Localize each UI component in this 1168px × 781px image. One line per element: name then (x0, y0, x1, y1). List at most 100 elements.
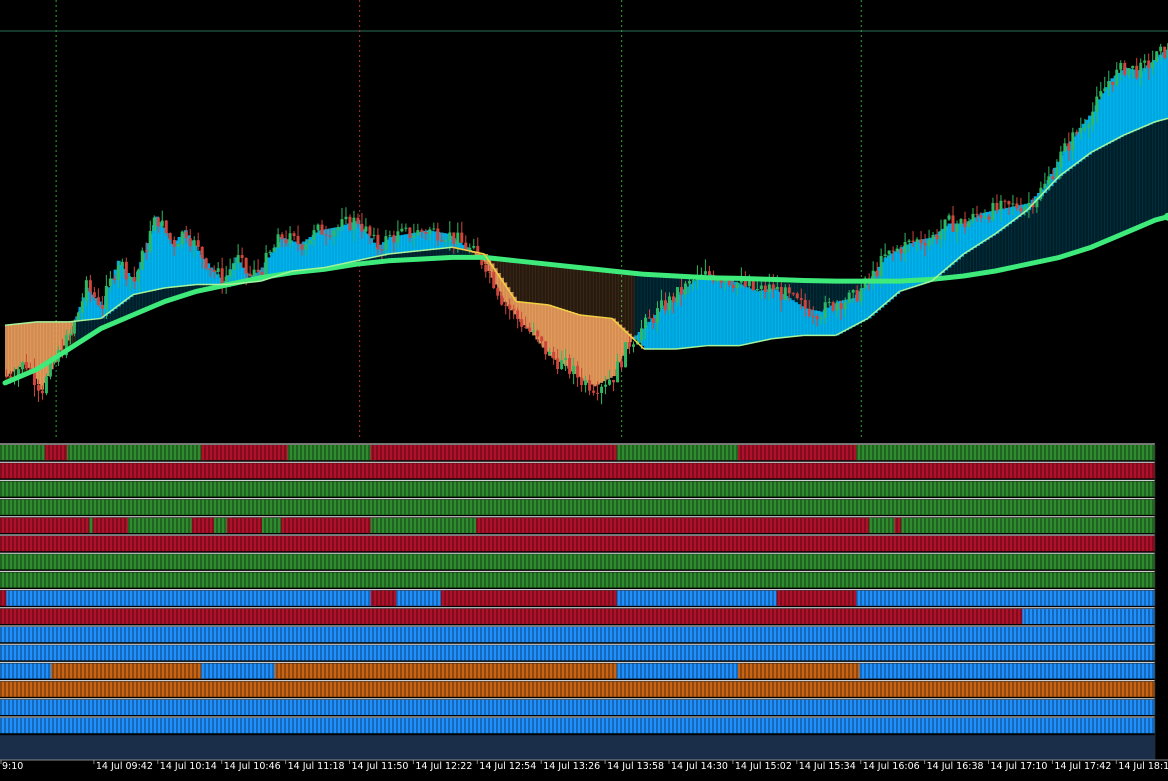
candle-body (892, 251, 895, 252)
candle-body (564, 358, 567, 360)
candle-body (680, 287, 683, 294)
candle-body (217, 268, 220, 272)
candle-body (161, 221, 164, 227)
price-chart[interactable]: 9:1014 Jul 09:4214 Jul 10:1414 Jul 10:46… (0, 0, 1168, 777)
candle-body (372, 235, 375, 236)
candle-body (265, 253, 268, 275)
candle-body (149, 231, 152, 251)
candle-body (1043, 184, 1046, 188)
candle-body (971, 214, 974, 221)
candle-body (987, 217, 990, 220)
candle-body (524, 327, 527, 328)
candle-body (896, 249, 899, 251)
candle-body (999, 201, 1002, 211)
candle-body (656, 308, 659, 323)
candle-body (321, 225, 324, 235)
candle-body (404, 228, 407, 229)
candle-body (301, 244, 304, 249)
candle-body (516, 310, 519, 319)
candle-body (1131, 66, 1134, 68)
candle-body (536, 331, 539, 337)
candle-body (592, 391, 595, 393)
candle-body (348, 217, 351, 230)
candle-body (237, 255, 240, 263)
candle-body (233, 263, 236, 270)
candle-body (492, 272, 495, 288)
candle-body (1127, 68, 1130, 75)
candle-body (967, 221, 970, 227)
candle-body (724, 280, 727, 282)
candle-body (824, 302, 827, 318)
candle-body (532, 331, 535, 332)
candle-body (133, 277, 136, 282)
candle-body (952, 215, 955, 231)
candle-body (448, 232, 451, 240)
chart-background (0, 0, 1168, 777)
candle-body (944, 220, 947, 231)
candle-body (648, 318, 651, 319)
candle-body (428, 229, 431, 234)
candle-body (504, 305, 507, 306)
candle-body (1007, 201, 1010, 204)
candle-body (1071, 132, 1074, 150)
candle-body (948, 215, 951, 219)
candle-body (1135, 66, 1138, 78)
candle-body (924, 243, 927, 245)
candle-body (213, 270, 216, 272)
candle-body (852, 290, 855, 293)
candle-body (632, 344, 635, 346)
strip-segment (859, 663, 1155, 678)
candle-body (69, 334, 72, 336)
candle-body (1151, 62, 1154, 68)
candle-body (848, 293, 851, 303)
candle-body (1115, 70, 1118, 85)
candle-body (436, 229, 439, 241)
candle-body (780, 287, 783, 300)
candle-body (408, 228, 411, 238)
candle-body (652, 318, 655, 323)
candle-body (45, 377, 48, 394)
candle-body (1143, 61, 1146, 63)
candle-body (544, 341, 547, 354)
candle-body (496, 288, 499, 296)
candle-body (983, 217, 986, 218)
candle-body (368, 226, 371, 235)
candle-body (460, 233, 463, 243)
candle-body (1119, 63, 1122, 70)
candle-body (392, 235, 395, 242)
candle-body (129, 277, 132, 279)
candle-body (772, 284, 775, 289)
candle-body (916, 239, 919, 242)
candle-body (328, 235, 331, 236)
candle-body (420, 230, 423, 232)
strip-segment (0, 518, 94, 533)
candle-body (317, 225, 320, 231)
candle-body (1063, 143, 1066, 151)
candle-body (624, 342, 627, 367)
candle-body (1159, 47, 1162, 52)
candle-body (1103, 89, 1106, 92)
candle-body (37, 385, 40, 391)
candle-body (588, 380, 591, 391)
candle-body (332, 230, 335, 236)
candle-body (1003, 201, 1006, 202)
candle-body (716, 280, 719, 281)
candle-body (305, 244, 308, 250)
candle-body (596, 393, 599, 394)
candle-body (452, 232, 455, 243)
candle-body (828, 302, 831, 303)
candle-body (580, 378, 583, 386)
candle-body (975, 214, 978, 215)
candle-body (884, 254, 887, 256)
candle-body (173, 240, 176, 247)
candle-body (816, 316, 819, 319)
candle-body (756, 289, 759, 290)
candle-body (512, 309, 515, 310)
candle-body (340, 219, 343, 227)
candle-body (800, 298, 803, 300)
candle-body (1079, 128, 1082, 133)
candle-body (752, 281, 755, 290)
candle-body (53, 362, 56, 363)
candle-body (1083, 128, 1086, 129)
candle-body (5, 376, 8, 377)
